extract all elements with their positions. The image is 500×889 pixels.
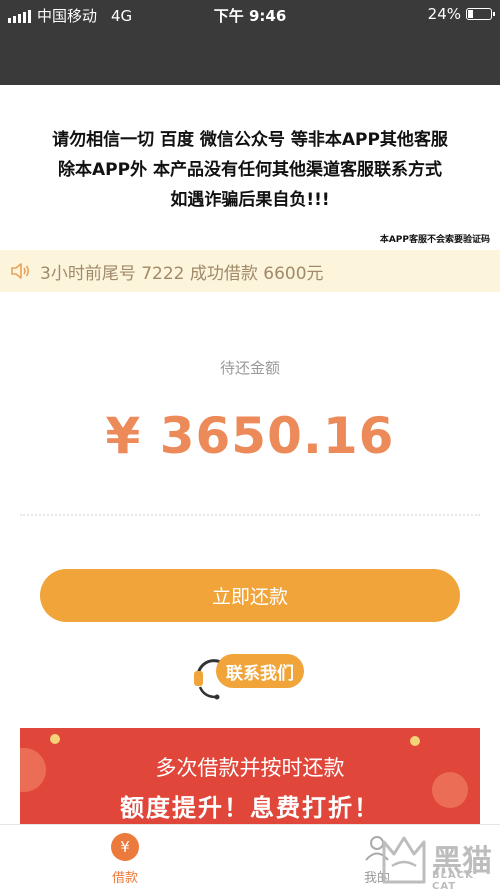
sparkle-decoration xyxy=(50,734,60,744)
tab-loan[interactable]: ¥ 借款 xyxy=(100,833,150,886)
tab-loan-label: 借款 xyxy=(111,871,138,886)
promo-line1: 多次借款并按时还款 xyxy=(155,756,345,780)
repayment-panel: 待还金额 ¥ 3650.16 立即还款 联系我们 多次借款并按时还款 额度提升！… xyxy=(0,292,500,824)
status-bar: 中国移动 4G 下午 9:46 24% xyxy=(0,0,500,30)
promo-line2: 额度提升！息费打折！ xyxy=(120,794,380,822)
loan-ticker: 3小时前尾号 7222 成功借款 6600元 xyxy=(0,250,500,292)
warning-line: 如遇诈骗后果自负!!! xyxy=(170,190,330,210)
amount-due-value: ¥ 3650.16 xyxy=(105,407,395,465)
watermark-en: BLACK CAT xyxy=(432,870,474,889)
dotted-divider xyxy=(20,514,480,516)
status-right: 24% xyxy=(427,5,495,23)
black-cat-watermark: 黑猫 BLACK CAT xyxy=(380,832,495,889)
yen-icon: ¥ xyxy=(111,833,139,861)
sparkle-decoration xyxy=(410,736,420,746)
warning-line: 请勿相信一切 百度 微信公众号 等非本APP其他客服 xyxy=(52,130,448,150)
cat-logo-icon xyxy=(382,836,426,884)
promo-banner[interactable]: 多次借款并按时还款 额度提升！息费打折！ xyxy=(20,728,480,824)
warning-note: 本APP客服不会索要验证码 xyxy=(379,235,490,245)
repay-now-button[interactable]: 立即还款 xyxy=(40,569,460,622)
warning-line: 除本APP外 本产品没有任何其他渠道客服联系方式 xyxy=(58,160,442,180)
ticker-text: 3小时前尾号 7222 成功借款 6600元 xyxy=(40,263,324,284)
contact-us-label: 联系我们 xyxy=(216,654,304,688)
nav-bar xyxy=(0,30,500,85)
battery-icon xyxy=(466,8,495,20)
battery-percent: 24% xyxy=(427,5,461,23)
contact-us-button[interactable]: 联系我们 xyxy=(192,647,310,702)
status-time: 下午 9:46 xyxy=(213,7,287,25)
warning-notice: 请勿相信一切 百度 微信公众号 等非本APP其他客服 除本APP外 本产品没有任… xyxy=(0,85,500,250)
speaker-icon xyxy=(10,261,32,281)
amount-due-label: 待还金额 xyxy=(219,359,280,377)
warning-lines: 请勿相信一切 百度 微信公众号 等非本APP其他客服 除本APP外 本产品没有任… xyxy=(0,85,500,215)
